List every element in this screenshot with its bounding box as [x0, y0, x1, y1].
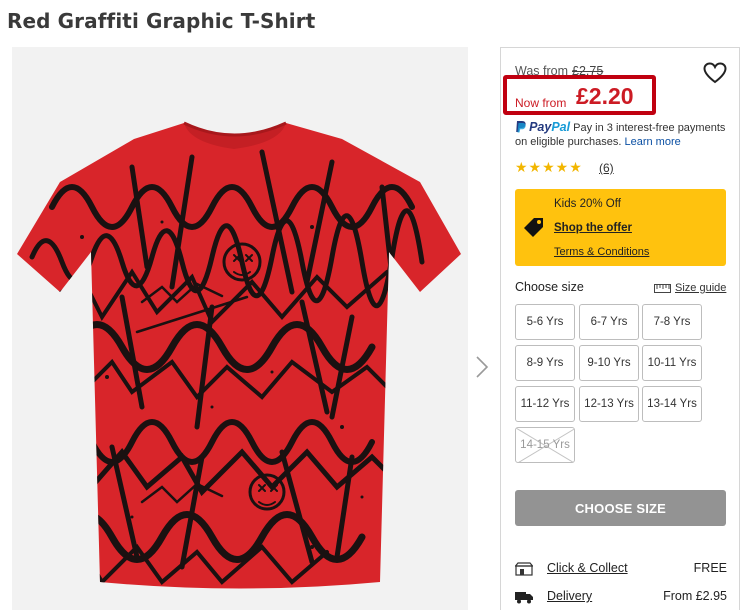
shop-offer-link[interactable]: Shop the offer: [554, 222, 632, 234]
terms-link[interactable]: Terms & Conditions: [554, 246, 649, 258]
size-option[interactable]: 11-12 Yrs: [515, 386, 575, 422]
size-option[interactable]: 9-10 Yrs: [579, 345, 639, 381]
paypal-logo: PayPal: [529, 120, 571, 134]
click-collect-price: FREE: [693, 561, 727, 575]
ruler-icon: [654, 283, 671, 293]
review-count-link[interactable]: (6): [599, 161, 614, 175]
size-guide-link[interactable]: Size guide: [654, 282, 726, 294]
size-option[interactable]: 10-11 Yrs: [642, 345, 702, 381]
price-tag-icon: [524, 218, 543, 237]
now-price: £2.20: [576, 83, 634, 109]
now-price-highlight: Now from £2.20: [503, 75, 656, 115]
paypal-message: PayPal Pay in 3 interest-free payments o…: [515, 120, 737, 149]
product-title: Red Graffiti Graphic T-Shirt: [7, 9, 316, 33]
paypal-logo-icon: [516, 121, 526, 133]
delivery-price: From £2.95: [663, 589, 727, 603]
size-option[interactable]: 13-14 Yrs: [642, 386, 702, 422]
heart-icon[interactable]: [703, 62, 727, 84]
delivery-row: Delivery From £2.95: [515, 589, 727, 607]
now-label: Now from: [515, 96, 567, 110]
size-option[interactable]: 12-13 Yrs: [579, 386, 639, 422]
truck-icon: [515, 592, 533, 604]
choose-size-label: Choose size: [515, 280, 584, 294]
chevron-right-icon[interactable]: [472, 352, 492, 382]
click-collect-row: Click & Collect FREE: [515, 561, 727, 579]
choose-size-button[interactable]: CHOOSE SIZE: [515, 490, 726, 526]
size-guide-label: Size guide: [675, 282, 727, 294]
store-icon: [515, 562, 533, 576]
delivery-link[interactable]: Delivery: [547, 589, 592, 603]
size-option[interactable]: 7-8 Yrs: [642, 304, 702, 340]
size-option-unavailable[interactable]: 14-15 Yrs: [515, 427, 575, 463]
tshirt-image: [17, 121, 461, 589]
size-option[interactable]: 8-9 Yrs: [515, 345, 575, 381]
size-option[interactable]: 6-7 Yrs: [579, 304, 639, 340]
offer-banner: Kids 20% Off Shop the offer Terms & Cond…: [515, 189, 726, 266]
click-collect-link[interactable]: Click & Collect: [547, 561, 628, 575]
offer-headline: Kids 20% Off: [554, 198, 621, 210]
purchase-panel: Was from £2.75 Now from £2.20 PayPal Pay …: [500, 47, 740, 610]
learn-more-link[interactable]: Learn more: [624, 136, 680, 148]
size-option[interactable]: 5-6 Yrs: [515, 304, 575, 340]
product-image[interactable]: [12, 47, 468, 610]
star-rating: ★★★★★: [515, 159, 583, 175]
